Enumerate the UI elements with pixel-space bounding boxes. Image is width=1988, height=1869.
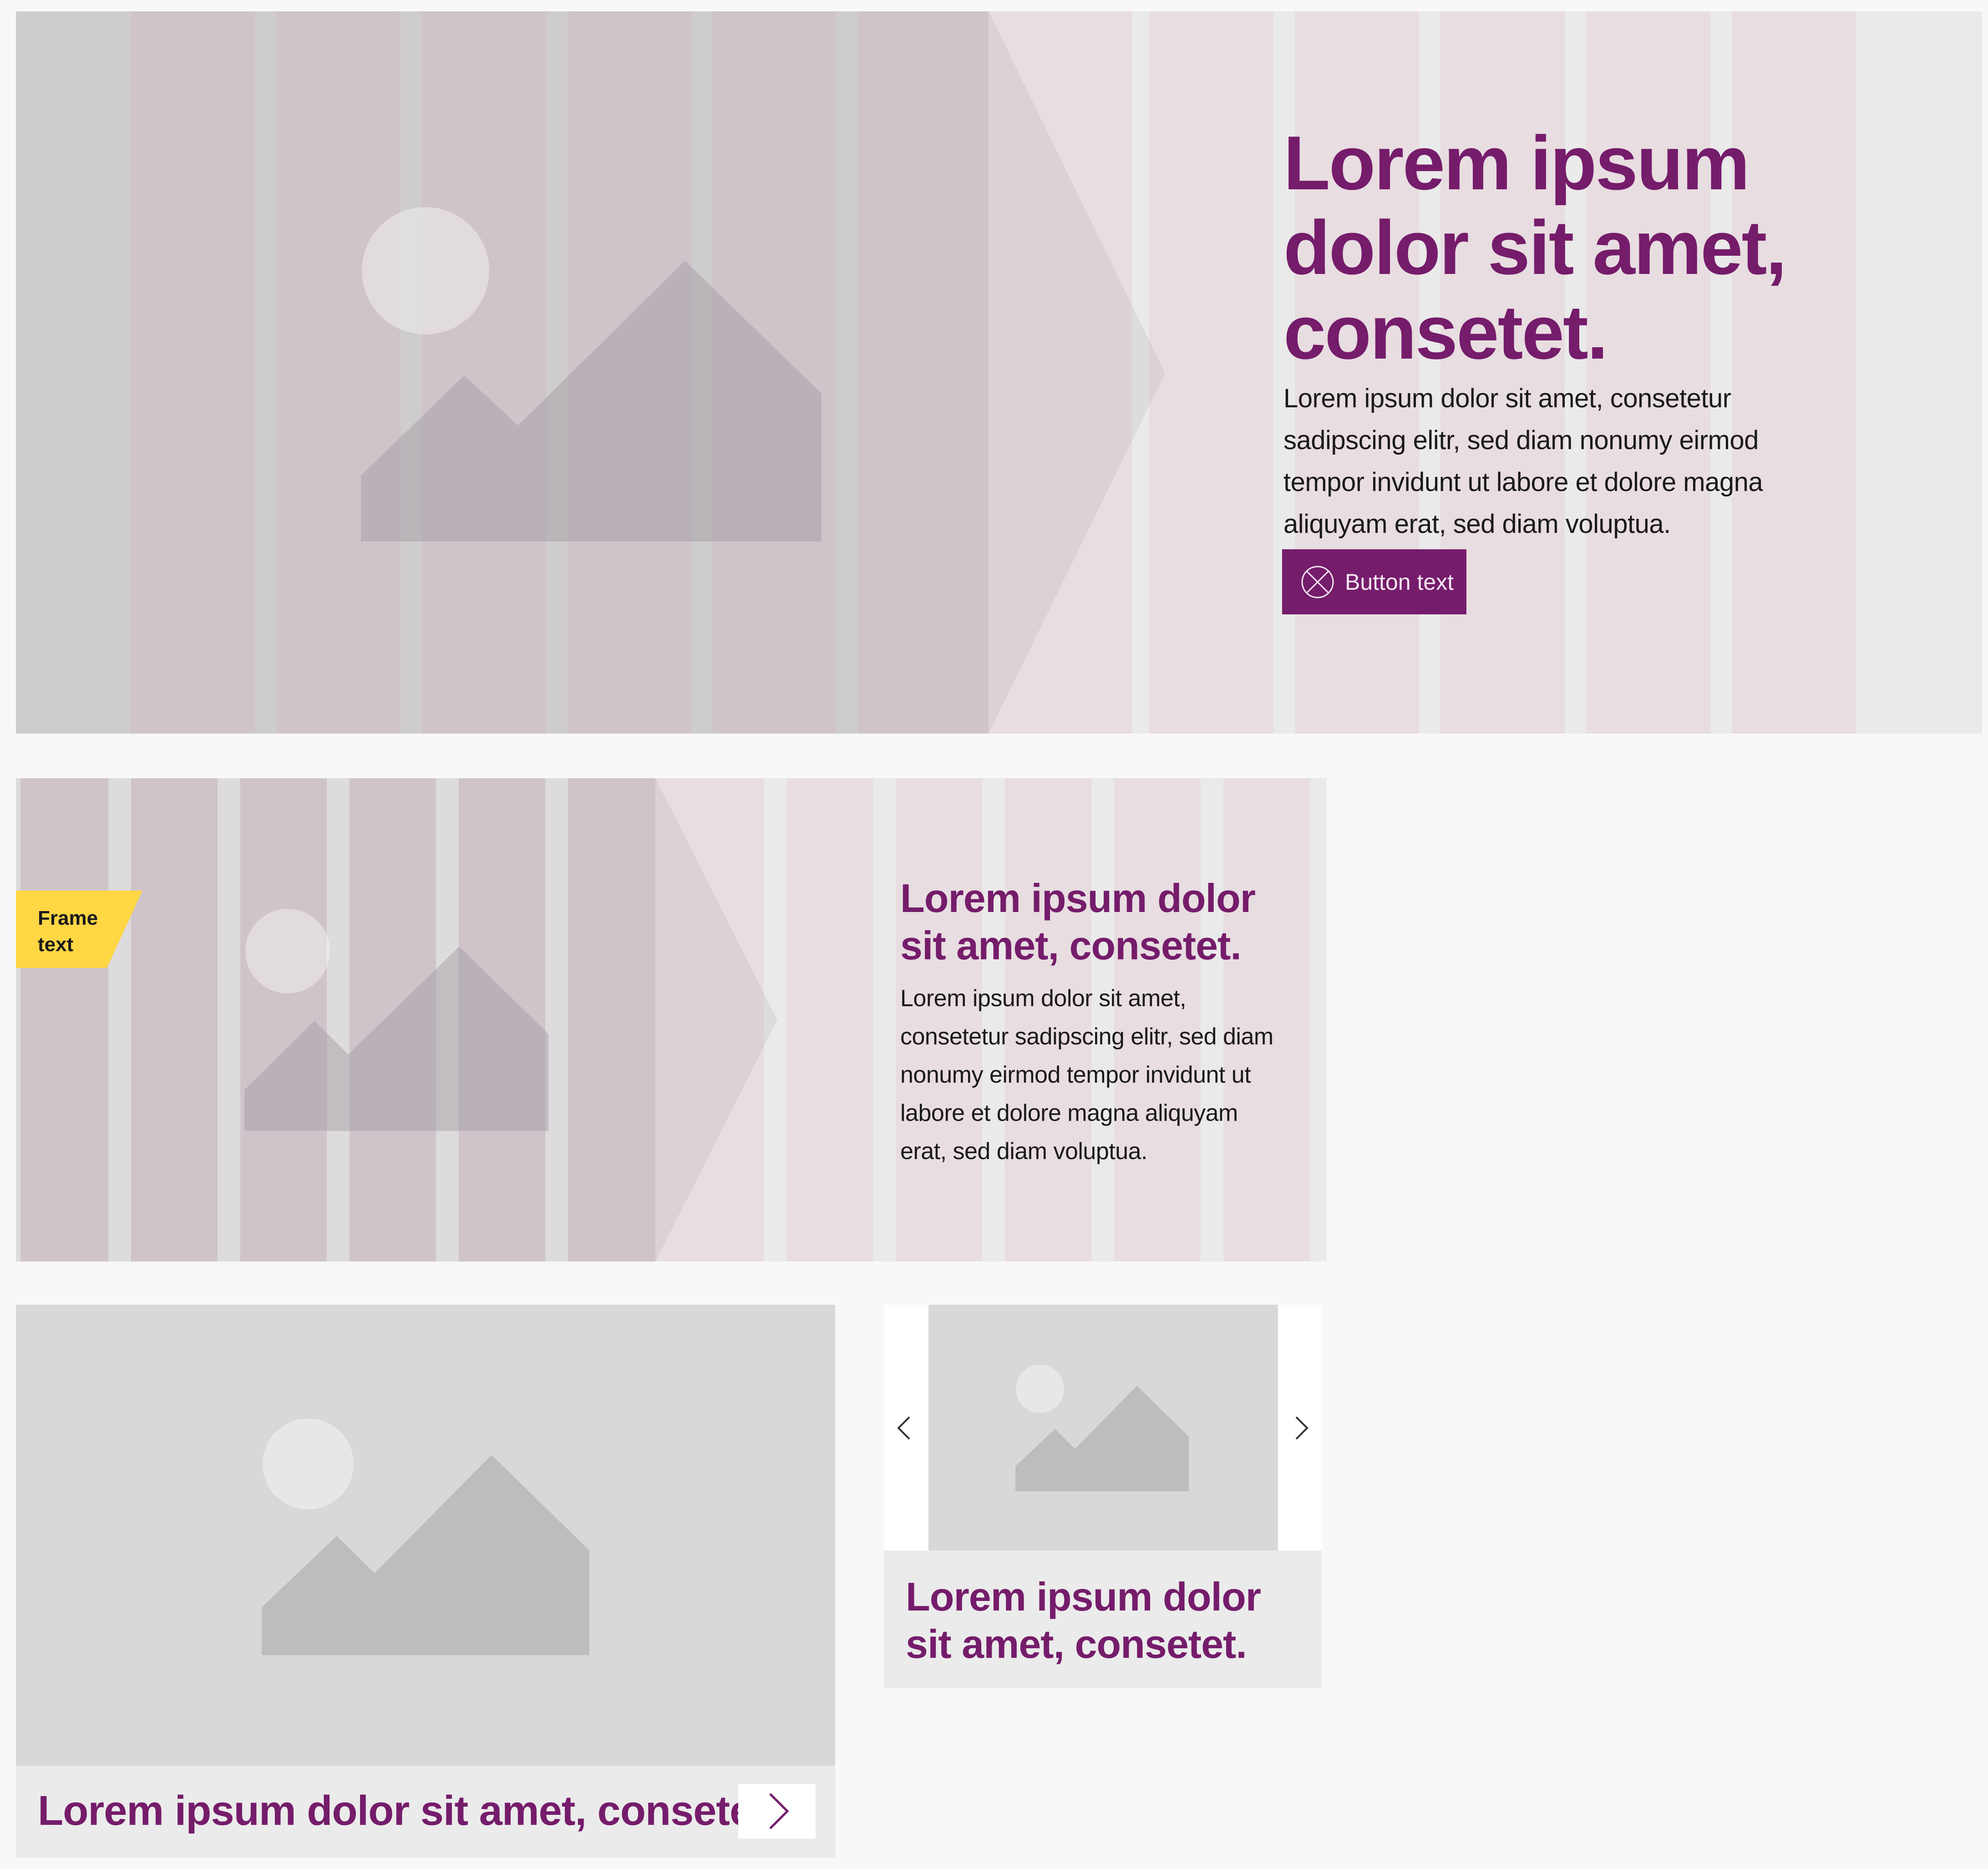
teaser-image-area <box>16 778 777 1261</box>
slider-title: Lorem ipsum dolor sit amet, consetet. <box>906 1574 1261 1666</box>
teaser-banner: Lorem ipsum dolor sit amet, consetet. Lo… <box>16 778 1327 1261</box>
teaser-title: Lorem ipsum dolor sit amet, consetet. <box>900 876 1256 968</box>
hero-title: Lorem ipsum dolor sit amet, consetet. <box>1283 120 1787 375</box>
image-slider-card: Lorem ipsum dolor sit amet, consetet. <box>884 1305 1322 1688</box>
image-placeholder-icon <box>1015 1365 1189 1491</box>
hero-banner: Lorem ipsum dolor sit amet, consetet. Lo… <box>16 11 1982 734</box>
chevron-right-icon <box>769 1793 789 1829</box>
slider-next-button[interactable] <box>1278 1305 1322 1550</box>
slider-image <box>928 1305 1278 1550</box>
teaser-body-text: Lorem ipsum dolor sit amet, consetetur s… <box>900 985 1273 1165</box>
card-arrow-button[interactable] <box>738 1784 816 1839</box>
circle-x-icon <box>1301 566 1334 598</box>
hero-cta-button[interactable]: Button text <box>1282 549 1466 614</box>
chevron-right-icon <box>1295 1416 1308 1440</box>
slider-prev-button[interactable] <box>884 1305 928 1550</box>
card-title: Lorem ipsum dolor sit amet, consetet. <box>38 1788 777 1834</box>
chevron-left-icon <box>897 1416 910 1440</box>
hero-body-text: Lorem ipsum dolor sit amet, consetetur s… <box>1283 384 1763 539</box>
content-card[interactable]: Lorem ipsum dolor sit amet, consetet. <box>16 1305 835 1858</box>
image-placeholder-icon <box>262 1418 589 1655</box>
card-image <box>16 1305 835 1766</box>
hero-image-area <box>16 11 1165 734</box>
frame-tag: Frame text <box>16 891 142 968</box>
hero-cta-button-label: Button text <box>1345 569 1454 595</box>
frame-tag-label: Frame text <box>38 907 98 956</box>
